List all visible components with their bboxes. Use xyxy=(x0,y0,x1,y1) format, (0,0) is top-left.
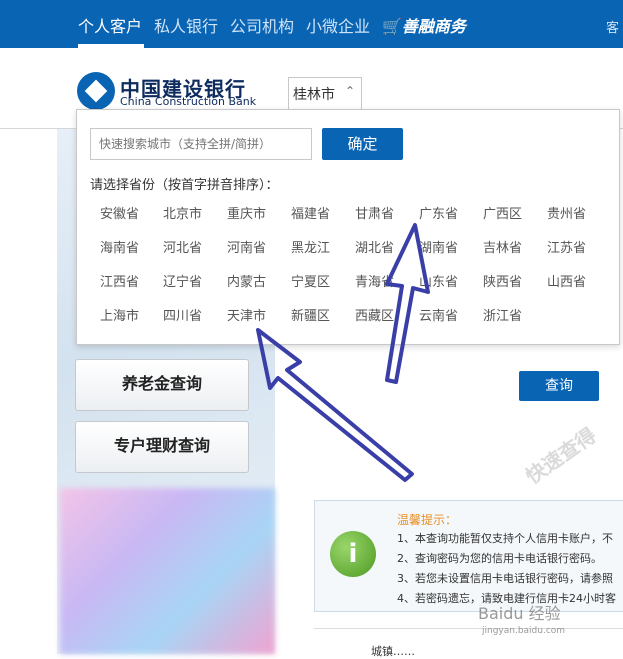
confirm-button[interactable]: 确定 xyxy=(322,128,403,160)
province-item[interactable]: 宁夏区 xyxy=(291,271,330,290)
province-item[interactable]: 上海市 xyxy=(100,305,139,324)
cart-icon: 🛒 xyxy=(382,17,402,36)
bottom-row: 城镇…… xyxy=(314,628,623,658)
nav-shop[interactable]: 🛒善融商务 xyxy=(382,13,466,37)
bottom-text: 城镇…… xyxy=(371,645,415,658)
province-item[interactable]: 广西区 xyxy=(483,203,522,222)
blurred-ad-banner xyxy=(60,488,275,654)
province-item[interactable]: 辽宁省 xyxy=(163,271,202,290)
tips-line: 1、本查询功能暂仅支持个人信用卡账户，不 xyxy=(397,532,613,545)
tips-line: 2、查询密码为您的信用卡电话银行密码。 xyxy=(397,552,602,565)
province-item[interactable]: 山西省 xyxy=(547,271,586,290)
ccb-logo-icon xyxy=(77,72,115,110)
province-item[interactable]: 湖南省 xyxy=(419,237,458,256)
baidu-watermark-url: jingyan.baidu.com xyxy=(482,626,566,636)
province-item[interactable]: 天津市 xyxy=(227,305,266,324)
tips-title: 温馨提示： xyxy=(397,513,458,527)
province-item[interactable]: 西藏区 xyxy=(355,305,394,324)
top-navigation: 个人客户 私人银行 公司机构 小微企业 🛒善融商务 客 xyxy=(0,0,623,48)
province-item[interactable]: 吉林省 xyxy=(483,237,522,256)
province-item[interactable]: 云南省 xyxy=(419,305,458,324)
baidu-watermark: Baidu 经验 xyxy=(478,604,561,623)
province-item[interactable]: 黑龙江 xyxy=(291,237,330,256)
nav-small-business[interactable]: 小微企业 xyxy=(306,13,370,37)
province-item[interactable]: 河北省 xyxy=(163,237,202,256)
nav-right-cut[interactable]: 客 xyxy=(606,17,619,36)
nav-corporate[interactable]: 公司机构 xyxy=(230,13,294,37)
province-item[interactable]: 山东省 xyxy=(419,271,458,290)
city-search-input[interactable] xyxy=(90,128,312,160)
tips-line: 3、若您未设置信用卡电话银行密码，请参照 xyxy=(397,572,613,585)
nav-private-banking[interactable]: 私人银行 xyxy=(154,13,218,37)
overlay-watermark: 快速查得 xyxy=(521,422,601,489)
province-item[interactable]: 湖北省 xyxy=(355,237,394,256)
province-item[interactable]: 浙江省 xyxy=(483,305,522,324)
province-item[interactable]: 江苏省 xyxy=(547,237,586,256)
nav-personal[interactable]: 个人客户 xyxy=(78,13,142,37)
province-item[interactable]: 重庆市 xyxy=(227,203,266,222)
province-item[interactable]: 海南省 xyxy=(100,237,139,256)
province-item[interactable]: 广东省 xyxy=(419,203,458,222)
province-item[interactable]: 北京市 xyxy=(163,203,202,222)
province-item[interactable]: 新疆区 xyxy=(291,305,330,324)
city-select[interactable]: 桂林市 ⌃ xyxy=(288,77,362,110)
province-item[interactable]: 四川省 xyxy=(163,305,202,324)
tips-panel: i 温馨提示： 1、本查询功能暂仅支持个人信用卡账户，不 2、查询密码为您的信用… xyxy=(314,500,623,612)
province-item[interactable]: 安徽省 xyxy=(100,203,139,222)
shop-label: 善融商务 xyxy=(401,17,466,36)
province-item[interactable]: 内蒙古 xyxy=(227,271,266,290)
info-icon: i xyxy=(330,531,376,577)
pension-query-button[interactable]: 养老金查询 xyxy=(75,359,249,411)
province-item[interactable]: 福建省 xyxy=(291,203,330,222)
logo-english: China Construction Bank xyxy=(120,95,257,108)
city-select-value: 桂林市 xyxy=(293,87,335,103)
province-item[interactable]: 陕西省 xyxy=(483,271,522,290)
chevron-up-icon: ⌃ xyxy=(344,84,355,98)
province-item[interactable]: 江西省 xyxy=(100,271,139,290)
city-dropdown: 确定 请选择省份（按首字拼音排序）： 安徽省 北京市 重庆市 福建省 甘肃省 广… xyxy=(76,109,620,345)
province-item[interactable]: 甘肃省 xyxy=(355,203,394,222)
arrow-to-tianjin xyxy=(256,328,414,482)
province-item[interactable]: 河南省 xyxy=(227,237,266,256)
wealth-query-button[interactable]: 专户理财查询 xyxy=(75,421,249,473)
province-hint: 请选择省份（按首字拼音排序）： xyxy=(90,178,279,193)
query-button[interactable]: 查询 xyxy=(519,371,599,401)
province-item[interactable]: 贵州省 xyxy=(547,203,586,222)
province-item[interactable]: 青海省 xyxy=(355,271,394,290)
